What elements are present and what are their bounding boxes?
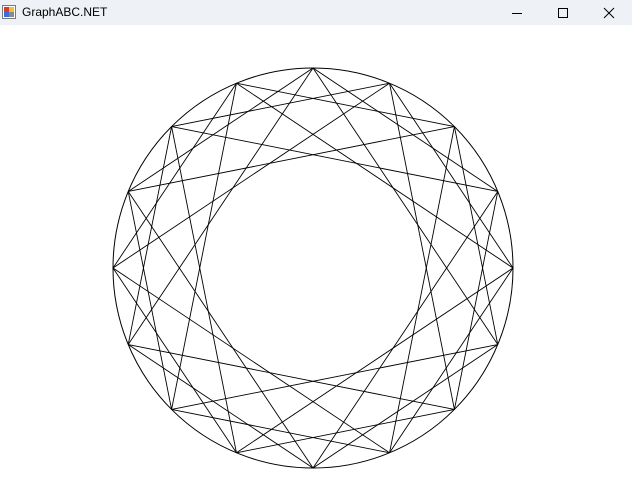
window-title: GraphABC.NET <box>22 5 108 19</box>
outer-circle <box>112 67 514 469</box>
app-window: GraphABC.NET <box>0 0 632 504</box>
close-icon <box>603 7 615 18</box>
graphabc-app-icon <box>2 5 16 19</box>
title-bar[interactable]: GraphABC.NET <box>0 0 632 25</box>
maximize-icon <box>558 7 568 18</box>
minimize-button[interactable] <box>494 0 540 25</box>
graphics-canvas <box>0 25 632 504</box>
close-button[interactable] <box>586 0 632 25</box>
minimize-icon <box>512 12 522 14</box>
maximize-button[interactable] <box>540 0 586 25</box>
chord-figure <box>112 67 514 469</box>
